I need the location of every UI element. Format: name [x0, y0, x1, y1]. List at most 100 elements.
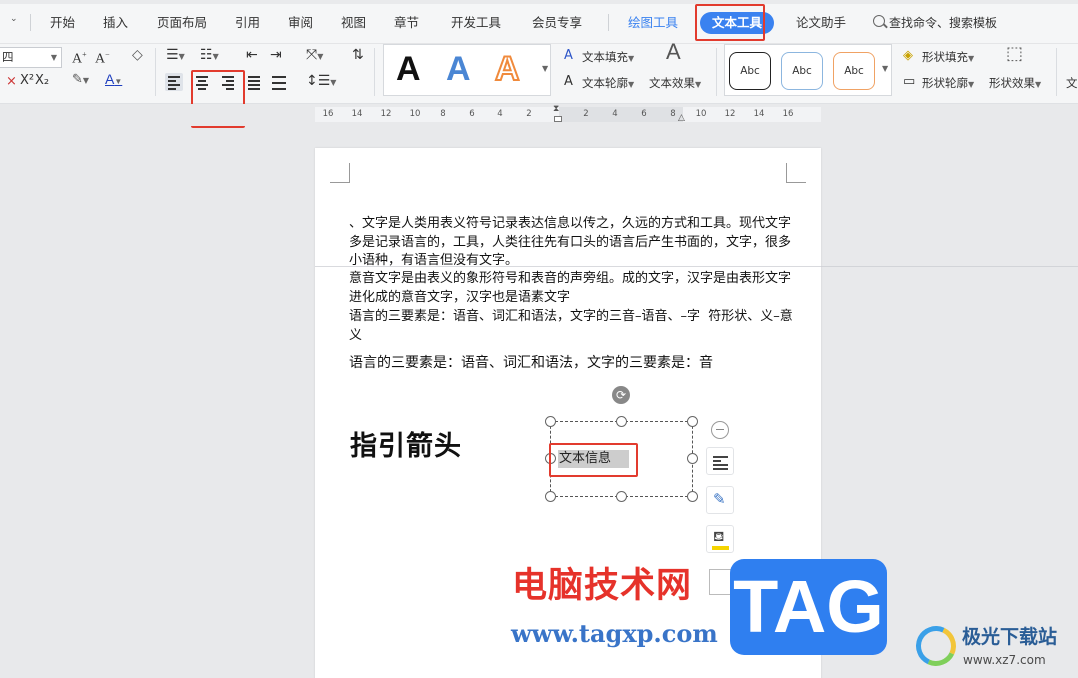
text-direction-icon[interactable]: ⤧▼	[306, 48, 323, 64]
resize-handle[interactable]	[687, 453, 698, 464]
paragraph-1[interactable]: 、文字是人类用表义符号记录表达信息以传之，久远的方式和工具。现代文字多是记录语言…	[349, 215, 794, 271]
tab-view[interactable]: 视图	[341, 15, 366, 31]
text-outline-button[interactable]: 文本轮廓▼	[582, 76, 634, 92]
resize-handle[interactable]	[687, 416, 698, 427]
line-spacing-icon[interactable]: ↕☰▼	[306, 74, 336, 90]
text-effect-button[interactable]: 文本效果▼	[649, 76, 701, 92]
tab-section[interactable]: 章节	[394, 15, 419, 31]
ruler-number: 2	[583, 109, 589, 119]
numbered-list-icon[interactable]: ☷▼	[200, 48, 219, 64]
quick-access-dropdown-icon[interactable]: ⌄	[10, 14, 18, 24]
highlight-box-text-tools-tab	[695, 4, 765, 41]
ruler-number: 10	[695, 109, 707, 119]
shape-fill-icon: ◈	[903, 48, 913, 63]
aurora-logo-icon	[910, 620, 962, 672]
ruler-number: 16	[782, 109, 794, 119]
paragraph-2[interactable]: 意音文字是由表义的象形符号和表音的声旁组。成的文字，汉字是由表形文字进化成的意音…	[349, 270, 794, 307]
ruler-number: 14	[753, 109, 765, 119]
text-fill-button[interactable]: 文本填充▼	[582, 50, 634, 66]
resize-handle[interactable]	[545, 416, 556, 427]
tab-home[interactable]: 开始	[50, 15, 75, 31]
shape-style-gallery[interactable]: Abc Abc Abc	[724, 44, 892, 96]
ruler-number: 4	[612, 109, 618, 119]
font-size-value: 四	[2, 50, 14, 64]
divider	[608, 14, 609, 31]
shape-effect-button[interactable]: 形状效果▼	[989, 76, 1041, 92]
tab-drawing-tools[interactable]: 绘图工具	[628, 15, 678, 31]
indent-marker-icon[interactable]: ⧗	[553, 104, 559, 114]
increase-font-size-icon[interactable]: A+	[72, 48, 87, 67]
highlight-color-icon[interactable]: ✎▼	[72, 73, 89, 88]
align-left-icon[interactable]	[165, 73, 183, 91]
decrease-indent-icon[interactable]: ⇤	[246, 48, 258, 62]
ruler-number: 14	[351, 109, 363, 119]
layout-options-icon[interactable]	[706, 447, 734, 475]
text-style-blue[interactable]: A	[446, 49, 471, 89]
ribbon-toolbar: 四 ▼ A+ A− ◇ × X² X₂ ✎▼ A▼ ☰▼ ☷▼ ⇤ ⇥ ⤧▼ ⇅	[0, 39, 1078, 104]
ruler-number: 16	[322, 109, 334, 119]
highlight-box-textbox	[549, 443, 638, 477]
page-corner-mark	[330, 163, 350, 183]
watermark-site-name: 电脑技术网	[512, 566, 693, 606]
fill-bucket-icon[interactable]: ⛾	[706, 525, 734, 553]
pen-style-icon[interactable]: ✎	[706, 486, 734, 514]
shape-style-orange[interactable]: Abc	[833, 52, 875, 90]
gallery-expand-icon[interactable]: ▼	[882, 62, 888, 76]
page-corner-mark	[786, 163, 806, 183]
sort-icon[interactable]: ⇅	[352, 48, 364, 62]
ruler-number: 8	[440, 109, 446, 119]
tab-references[interactable]: 引用	[235, 15, 260, 31]
divider	[30, 14, 31, 31]
right-indent-marker-icon[interactable]: △	[678, 113, 685, 123]
font-color-icon[interactable]: A▼	[105, 72, 122, 89]
clear-format-icon[interactable]: ◇	[132, 48, 143, 62]
paragraph-4[interactable]: 语言的三要素是：语音、词汇和语法，文字的三要素是：音	[349, 354, 819, 373]
shape-outline-button[interactable]: 形状轮廓▼	[922, 76, 974, 92]
tab-paper-assistant[interactable]: 论文助手	[796, 15, 846, 31]
search-command-box[interactable]: 查找命令、搜索模板	[889, 15, 997, 31]
text-style-black[interactable]: A	[396, 49, 421, 89]
resize-handle[interactable]	[616, 491, 627, 502]
search-icon[interactable]	[873, 15, 885, 27]
paragraph-3[interactable]: 语言的三要素是：语音、词汇和语法，文字的三音–语音、–字 符形状、义–意义	[349, 308, 794, 345]
superscript-button[interactable]: X²	[20, 74, 34, 88]
ruler-number: 2	[526, 109, 532, 119]
resize-handle[interactable]	[687, 491, 698, 502]
collapse-icon[interactable]	[711, 421, 729, 439]
resize-handle[interactable]	[545, 491, 556, 502]
heading-arrow-title[interactable]: 指引箭头	[350, 430, 462, 464]
bullet-list-icon[interactable]: ☰▼	[166, 48, 185, 64]
tab-insert[interactable]: 插入	[103, 15, 128, 31]
tab-page-layout[interactable]: 页面布局	[157, 15, 207, 31]
decrease-font-size-icon[interactable]: A−	[95, 48, 110, 67]
font-size-select[interactable]: 四 ▼	[0, 47, 62, 68]
shape-style-blue[interactable]: Abc	[781, 52, 823, 90]
tab-review[interactable]: 审阅	[288, 15, 313, 31]
tab-member[interactable]: 会员专享	[532, 15, 582, 31]
increase-indent-icon[interactable]: ⇥	[270, 48, 282, 62]
text-effect-gallery[interactable]: A A A	[383, 44, 551, 96]
ruler-number: 10	[409, 109, 421, 119]
ruler-number: 12	[724, 109, 736, 119]
shape-fill-button[interactable]: 形状填充▼	[922, 50, 974, 66]
shape-style-dark[interactable]: Abc	[729, 52, 771, 90]
distributed-align-icon[interactable]	[270, 73, 288, 91]
rotate-handle-icon[interactable]: ⟳	[612, 386, 630, 404]
shape-outline-icon: ▭	[903, 74, 916, 89]
strikethrough-icon[interactable]: ×	[6, 75, 17, 89]
chevron-down-icon: ▼	[50, 53, 57, 62]
subscript-button[interactable]: X₂	[35, 74, 49, 88]
divider	[716, 48, 717, 96]
text-outline-icon: A	[564, 74, 573, 89]
resize-handle[interactable]	[616, 416, 627, 427]
left-indent-marker[interactable]	[554, 116, 562, 122]
text-effect-icon: A	[666, 39, 681, 64]
watermark-logo-name: 极光下载站	[962, 626, 1058, 648]
text-style-orange-outline[interactable]: A	[494, 49, 521, 89]
alignment-guide-line	[315, 266, 1078, 267]
ribbon-overflow-label[interactable]: 文	[1066, 76, 1078, 90]
justify-icon[interactable]	[245, 73, 263, 91]
ruler-number: 4	[497, 109, 503, 119]
tab-developer[interactable]: 开发工具	[451, 15, 501, 31]
gallery-expand-icon[interactable]: ▼	[542, 62, 548, 76]
